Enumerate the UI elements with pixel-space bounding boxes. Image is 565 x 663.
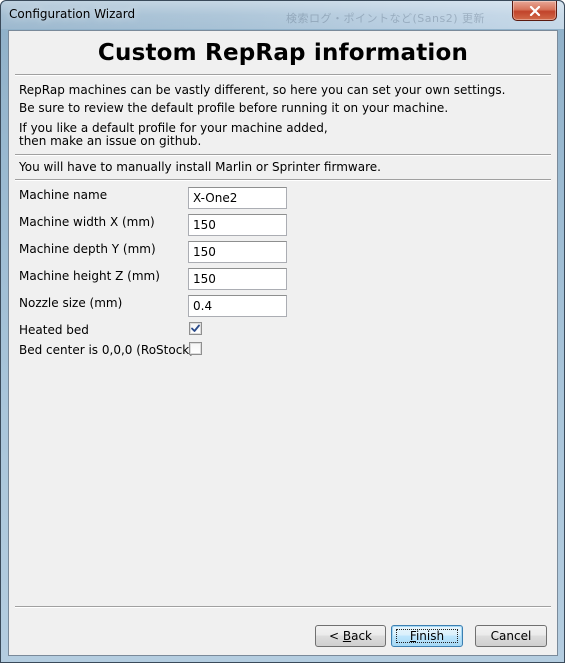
machine-depth-label: Machine depth Y (mm) <box>19 242 156 256</box>
finish-button[interactable]: Finish <box>391 625 463 647</box>
firmware-note: You will have to manually install Marlin… <box>19 160 381 174</box>
configuration-wizard-window: Configuration Wizard 検索ログ・ポイントなど(Sans2) … <box>0 0 565 663</box>
cancel-button[interactable]: Cancel <box>475 625 547 647</box>
close-button[interactable] <box>512 1 557 21</box>
checkmark-icon <box>191 324 200 332</box>
machine-height-input[interactable]: 150 <box>188 268 287 290</box>
divider <box>15 179 551 181</box>
bed-center-checkbox[interactable] <box>189 342 202 355</box>
cancel-button-label: Cancel <box>490 629 532 643</box>
machine-height-label: Machine height Z (mm) <box>19 269 160 283</box>
heated-bed-label: Heated bed <box>19 323 89 337</box>
machine-name-input[interactable]: X-One2 <box>188 187 287 209</box>
machine-name-label: Machine name <box>19 188 108 202</box>
wizard-page: Custom RepRap information RepRap machine… <box>8 30 558 656</box>
divider <box>15 74 551 76</box>
nozzle-size-label: Nozzle size (mm) <box>19 296 123 310</box>
focus-rectangle <box>396 629 458 643</box>
intro-line-4: then make an issue on github. <box>19 134 202 148</box>
title-bar[interactable]: Configuration Wizard 検索ログ・ポイントなど(Sans2) … <box>1 1 564 29</box>
page-title: Custom RepRap information <box>97 40 469 66</box>
divider <box>15 606 551 608</box>
bed-center-label: Bed center is 0,0,0 (RoStock) <box>19 343 194 357</box>
heated-bed-checkbox[interactable] <box>189 322 202 335</box>
machine-depth-input[interactable]: 150 <box>188 241 287 263</box>
back-button[interactable]: < Back <box>315 625 386 647</box>
machine-width-label: Machine width X (mm) <box>19 215 155 229</box>
intro-line-2: Be sure to review the default profile be… <box>19 101 449 115</box>
intro-line-1: RepRap machines can be vastly different,… <box>19 83 506 97</box>
nozzle-size-input[interactable]: 0.4 <box>188 295 287 317</box>
back-button-label: < Back <box>328 629 372 643</box>
background-window-ghost-text: 検索ログ・ポイントなど(Sans2) 更新 <box>286 12 486 25</box>
close-icon <box>529 5 540 16</box>
window-title: Configuration Wizard <box>9 7 136 21</box>
machine-width-input[interactable]: 150 <box>188 214 287 236</box>
divider <box>15 154 551 156</box>
